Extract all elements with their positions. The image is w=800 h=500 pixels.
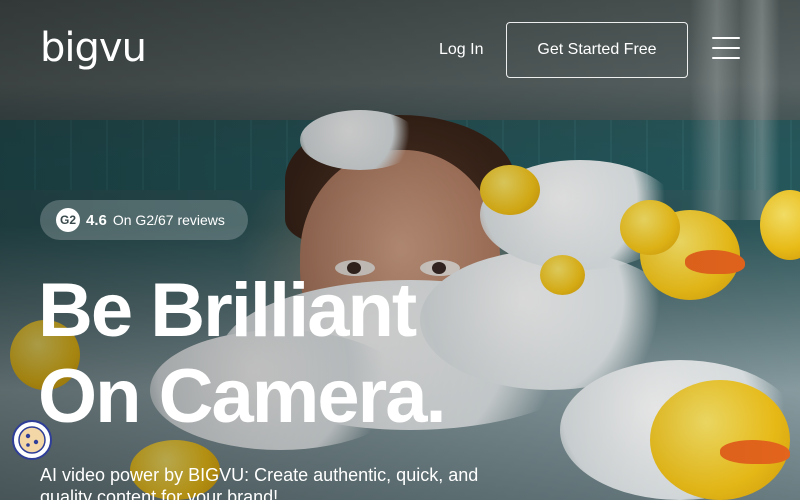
cookie-settings-button[interactable] [12, 420, 52, 460]
cookie-icon [18, 426, 46, 454]
headline-line-1: Be Brilliant [38, 268, 417, 353]
hero-subtitle: AI video power by BIGVU: Create authenti… [40, 465, 479, 500]
rating-text: On G2/67 reviews [112, 212, 225, 228]
site-header: bigvu Log In Get Started Free [0, 0, 800, 100]
bigvu-logo[interactable]: bigvu [40, 26, 160, 76]
login-link[interactable]: Log In [439, 40, 483, 60]
rating-score: 4.6 [86, 211, 107, 229]
hero-headline: Be Brilliant On Camera. [38, 268, 447, 440]
g2-rating-badge[interactable]: G2 4.6 On G2/67 reviews [40, 200, 248, 240]
hamburger-menu-icon[interactable] [712, 37, 740, 59]
get-started-button[interactable]: Get Started Free [506, 22, 688, 78]
headline-line-2: On Camera. [38, 354, 447, 439]
g2-logo-icon: G2 [56, 208, 80, 232]
